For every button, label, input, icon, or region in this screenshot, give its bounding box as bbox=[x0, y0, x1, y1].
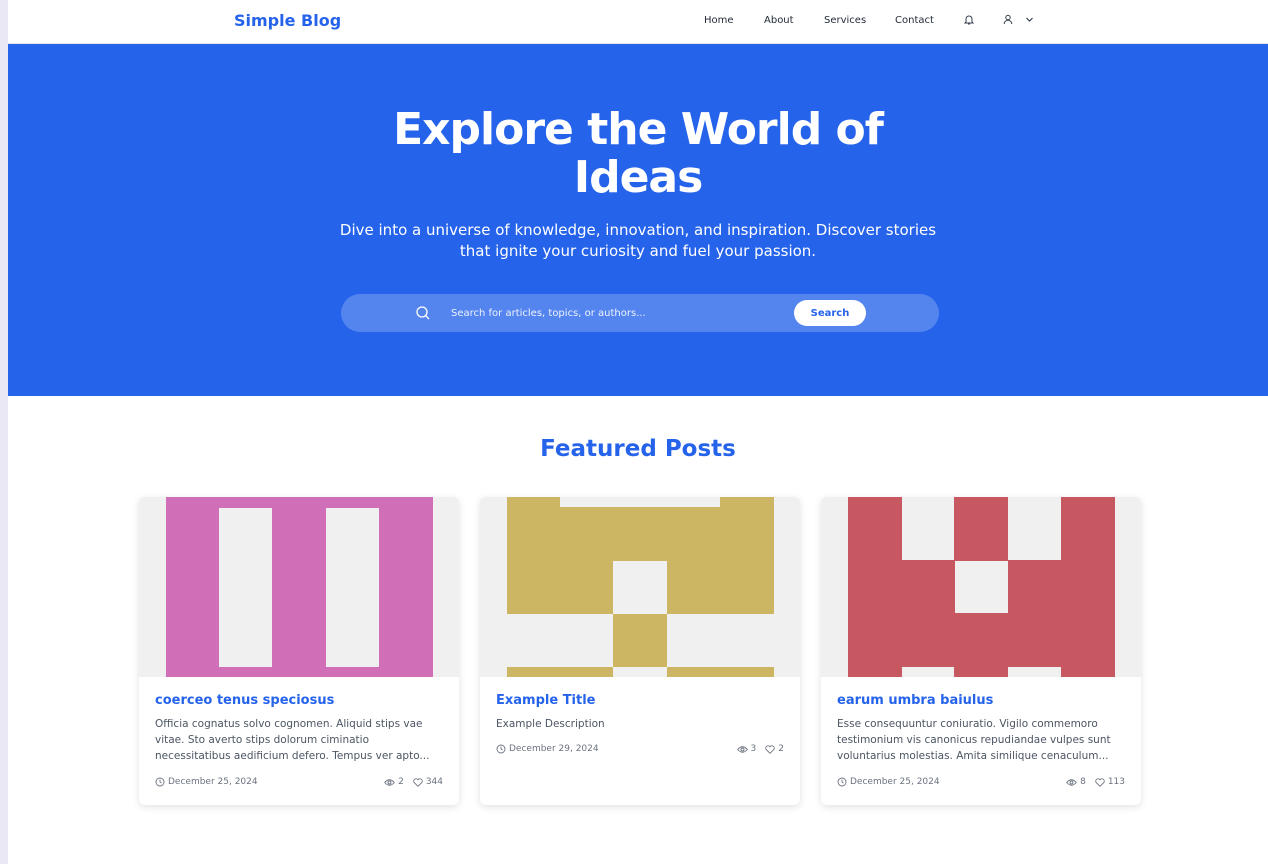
post-date: December 25, 2024 bbox=[837, 777, 940, 787]
post-stats: 2 344 bbox=[384, 777, 443, 787]
likes-count: 2 bbox=[778, 744, 784, 754]
post-description: Officia cognatus solvo cognomen. Aliquid… bbox=[155, 718, 430, 762]
post-title[interactable]: coerceo tenus speciosus bbox=[155, 693, 445, 708]
nav-links: Home About Services Contact bbox=[8, 15, 1268, 29]
eye-icon bbox=[1066, 778, 1077, 786]
clock-icon bbox=[155, 777, 165, 787]
likes-count: 113 bbox=[1107, 777, 1125, 787]
bell-icon[interactable] bbox=[964, 14, 974, 25]
post-date-text: December 25, 2024 bbox=[168, 777, 258, 787]
hero-section: Explore the World of Ideas Dive into a u… bbox=[8, 44, 1268, 396]
views-stat: 3 bbox=[736, 744, 757, 754]
post-description: Esse consequuntur coniuratio. Vigilo com… bbox=[837, 718, 1111, 762]
hero-subtitle: Dive into a universe of knowledge, innov… bbox=[339, 221, 937, 260]
featured-heading: Featured Posts bbox=[540, 436, 736, 462]
search-button[interactable]: Search bbox=[794, 300, 866, 326]
post-meta: December 25, 2024 8 113 bbox=[837, 777, 1125, 791]
heart-icon[interactable] bbox=[765, 744, 775, 754]
likes-stat[interactable]: 2 bbox=[765, 744, 784, 754]
clock-icon bbox=[837, 777, 847, 787]
heart-icon[interactable] bbox=[1095, 777, 1105, 787]
views-count: 8 bbox=[1080, 777, 1086, 787]
views-count: 3 bbox=[750, 744, 757, 754]
post-date-text: December 25, 2024 bbox=[850, 777, 940, 787]
post-card[interactable]: coerceo tenus speciosus Officia cognatus… bbox=[139, 497, 459, 805]
likes-count: 344 bbox=[425, 777, 443, 787]
post-card[interactable]: Example Title Example Description Decemb… bbox=[480, 497, 800, 805]
post-title[interactable]: earum umbra baiulus bbox=[837, 693, 1127, 708]
search-icon bbox=[415, 305, 431, 321]
post-image[interactable] bbox=[139, 497, 459, 677]
search-input[interactable] bbox=[451, 303, 781, 323]
nav-link-home[interactable]: Home bbox=[704, 15, 734, 26]
navbar: Simple Blog Home About Services Contact bbox=[8, 0, 1268, 44]
eye-icon bbox=[384, 778, 395, 786]
nav-link-about[interactable]: About bbox=[764, 15, 794, 26]
user-icon[interactable] bbox=[1003, 14, 1013, 25]
clock-icon bbox=[496, 744, 506, 754]
post-date: December 29, 2024 bbox=[496, 744, 599, 754]
post-stats: 8 113 bbox=[1066, 777, 1125, 787]
post-date-text: December 29, 2024 bbox=[509, 744, 599, 754]
views-count: 2 bbox=[398, 777, 404, 787]
search-bar: Search bbox=[341, 294, 939, 332]
post-image[interactable] bbox=[821, 497, 1141, 677]
nav-link-contact[interactable]: Contact bbox=[895, 15, 934, 26]
views-stat: 8 bbox=[1066, 777, 1086, 787]
heart-icon[interactable] bbox=[413, 777, 423, 787]
post-card[interactable]: earum umbra baiulus Esse consequuntur co… bbox=[821, 497, 1141, 805]
post-meta: December 29, 2024 3 2 bbox=[496, 744, 784, 758]
post-stats: 3 2 bbox=[736, 744, 784, 754]
post-date: December 25, 2024 bbox=[155, 777, 258, 787]
likes-stat[interactable]: 344 bbox=[413, 777, 443, 787]
post-meta: December 25, 2024 2 344 bbox=[155, 777, 443, 791]
post-image[interactable] bbox=[480, 497, 800, 677]
post-title[interactable]: Example Title bbox=[496, 693, 786, 708]
chevron-down-icon[interactable] bbox=[1025, 16, 1034, 23]
eye-icon bbox=[736, 745, 748, 753]
likes-stat[interactable]: 113 bbox=[1095, 777, 1125, 787]
views-stat: 2 bbox=[384, 777, 404, 787]
page: Simple Blog Home About Services Contact bbox=[8, 0, 1268, 864]
hero-title: Explore the World of Ideas bbox=[393, 104, 884, 203]
nav-link-services[interactable]: Services bbox=[824, 15, 866, 26]
